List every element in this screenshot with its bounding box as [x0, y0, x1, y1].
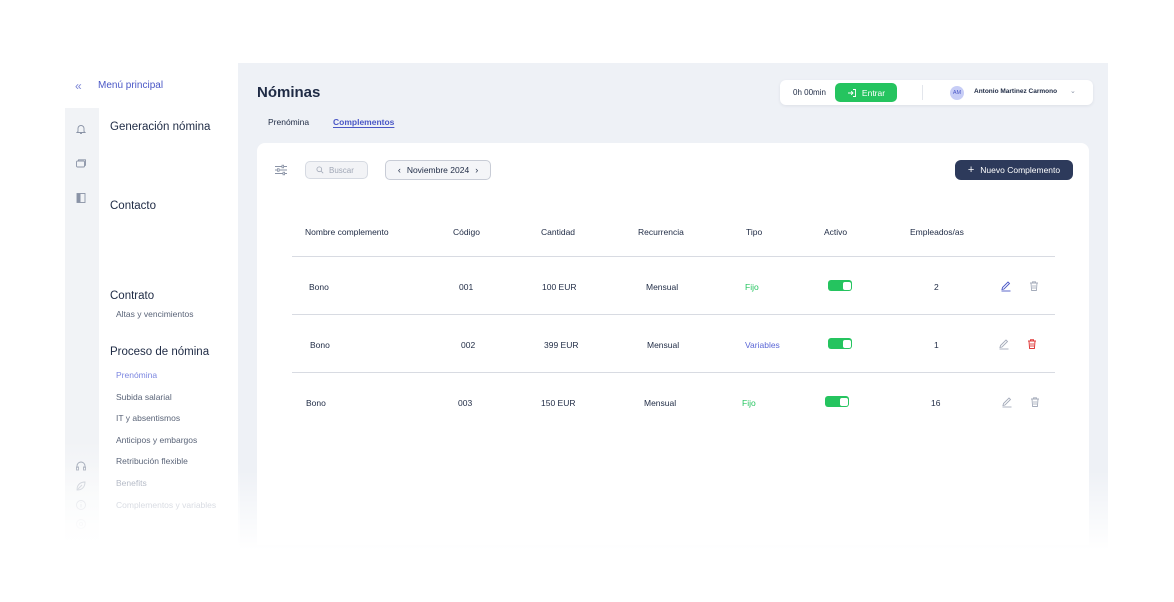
row1-edit-pencil-icon[interactable] — [1000, 280, 1012, 292]
row3-cantidad: 150 EUR — [541, 398, 576, 408]
row2-cantidad: 399 EUR — [544, 340, 579, 350]
row1-codigo: 001 — [459, 282, 474, 292]
row1-empleados: 2 — [934, 282, 939, 292]
row3-recurrencia: Mensual — [644, 398, 677, 408]
login-icon — [847, 88, 856, 97]
sidebar-item-complementos-variables[interactable]: Complementos y variables — [116, 500, 216, 510]
card-bottom-fade — [257, 480, 1089, 545]
row1-activo-toggle[interactable] — [828, 280, 852, 291]
sidebar-item-prenomina[interactable]: Prenómina — [116, 370, 157, 380]
user-name[interactable]: Antonio Martinez Carmono — [974, 88, 1057, 95]
row2-nombre: Bono — [310, 340, 330, 350]
search-placeholder: Buscar — [329, 165, 354, 175]
sidebar-item-benefits[interactable]: Benefits — [116, 478, 147, 488]
row2-codigo: 002 — [461, 340, 476, 350]
col-empleados: Empleados/as — [910, 227, 964, 237]
double-chevron-left-icon[interactable]: « — [75, 79, 82, 93]
entrar-label: Entrar — [861, 87, 886, 98]
row-divider — [292, 314, 1055, 315]
plus-icon: + — [967, 164, 975, 176]
row1-delete-trash-icon[interactable] — [1028, 280, 1040, 292]
entrar-button[interactable]: Entrar — [835, 83, 897, 102]
row1-recurrencia: Mensual — [646, 282, 679, 292]
table-header-divider — [292, 256, 1055, 257]
row3-delete-trash-icon[interactable] — [1029, 396, 1041, 408]
row3-tipo: Fijo — [742, 398, 756, 408]
row3-nombre: Bono — [306, 398, 326, 408]
toggle-knob — [839, 397, 848, 406]
search-icon — [316, 166, 324, 174]
bell-icon[interactable] — [75, 123, 87, 135]
sidebar-item-anticipos-embargos[interactable]: Anticipos y embargos — [116, 435, 197, 445]
menu-principal-link[interactable]: Menú principal — [98, 80, 163, 91]
row2-edit-pencil-icon[interactable] — [998, 338, 1010, 350]
chat-icon[interactable] — [75, 158, 87, 170]
row2-recurrencia: Mensual — [647, 340, 680, 350]
row1-nombre: Bono — [309, 282, 329, 292]
filter-sliders-icon[interactable] — [274, 163, 288, 177]
col-activo: Activo — [824, 227, 848, 237]
row3-edit-pencil-icon[interactable] — [1001, 396, 1013, 408]
nuevo-complemento-button[interactable]: + Nuevo Complemento — [955, 160, 1073, 180]
timer-display: 0h 00min — [793, 88, 826, 97]
page-title: Nóminas — [257, 84, 321, 101]
prev-month-chevron-icon[interactable]: ‹ — [398, 165, 401, 175]
row2-delete-trash-icon[interactable] — [1026, 338, 1038, 350]
row2-activo-toggle[interactable] — [828, 338, 852, 349]
tab-prenomina[interactable]: Prenómina — [268, 117, 309, 127]
toggle-knob — [842, 339, 851, 348]
section-generacion-nomina[interactable]: Generación nómina — [110, 121, 210, 133]
sidebar-item-subida-salarial[interactable]: Subida salarial — [116, 392, 172, 402]
row-divider — [292, 372, 1055, 373]
sidebar-item-altas-vencimientos[interactable]: Altas y vencimientos — [116, 309, 193, 319]
section-contrato[interactable]: Contrato — [110, 290, 154, 302]
col-codigo: Código — [453, 227, 480, 237]
row2-empleados: 1 — [934, 340, 939, 350]
month-label: Noviembre 2024 — [406, 165, 470, 175]
month-selector: ‹ Noviembre 2024 › — [385, 160, 491, 180]
col-cantidad: Cantidad — [541, 227, 576, 237]
col-recurrencia: Recurrencia — [638, 227, 684, 237]
col-nombre-complemento: Nombre complemento — [305, 227, 389, 237]
section-proceso-nomina[interactable]: Proceso de nómina — [110, 346, 209, 358]
rail-fade — [65, 440, 99, 540]
row2-tipo: Variables — [745, 340, 780, 350]
sidebar-item-it-absentismos[interactable]: IT y absentismos — [116, 413, 180, 423]
sidebar-toggle-icon[interactable] — [75, 192, 87, 204]
row3-codigo: 003 — [458, 398, 473, 408]
toggle-knob — [842, 281, 851, 290]
sidebar-item-retribucion-flexible[interactable]: Retribución flexible — [116, 456, 188, 466]
chevron-down-icon[interactable]: ⌄ — [1070, 87, 1076, 95]
row3-empleados: 16 — [931, 398, 941, 408]
topbar-divider — [922, 85, 923, 100]
avatar[interactable]: AM — [950, 86, 964, 100]
nuevo-complemento-label: Nuevo Complemento — [980, 165, 1061, 175]
row3-activo-toggle[interactable] — [825, 396, 849, 407]
row1-cantidad: 100 EUR — [542, 282, 577, 292]
search-input[interactable]: Buscar — [305, 161, 368, 179]
col-tipo: Tipo — [746, 227, 763, 237]
next-month-chevron-icon[interactable]: › — [475, 165, 478, 175]
tab-complementos[interactable]: Complementos — [333, 117, 394, 127]
row1-tipo: Fijo — [745, 282, 759, 292]
section-contacto[interactable]: Contacto — [110, 200, 156, 212]
